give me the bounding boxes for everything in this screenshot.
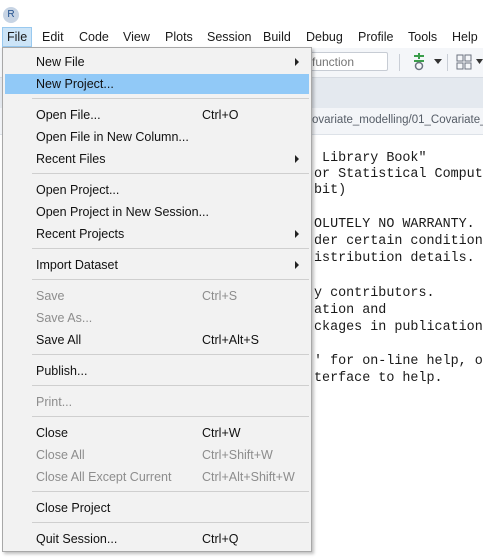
menu-item-shortcut: Ctrl+Q — [202, 532, 239, 546]
menu-item-publish[interactable]: Publish... — [5, 361, 309, 381]
menu-separator — [32, 522, 309, 523]
menu-debug[interactable]: Debug — [306, 27, 343, 47]
menu-session[interactable]: Session — [207, 27, 251, 47]
menu-tools[interactable]: Tools — [408, 27, 437, 47]
menu-separator — [32, 491, 309, 492]
addin-icon[interactable] — [411, 53, 427, 71]
menu-item-shortcut: Ctrl+S — [202, 289, 238, 303]
menu-item-open-project-new-session[interactable]: Open Project in New Session... — [5, 202, 309, 222]
menu-build[interactable]: Build — [263, 27, 291, 47]
menu-item-open-project[interactable]: Open Project... — [5, 180, 309, 200]
grid-layout-icon[interactable] — [456, 54, 472, 70]
console-line: OLUTELY NO WARRANTY. — [314, 217, 475, 232]
console-line: ' for on-line help, o — [314, 354, 483, 369]
console-line: istribution details. — [314, 251, 475, 266]
menu-item-print: Print... — [5, 392, 309, 412]
menu-item-label: Open Project in New Session... — [36, 205, 209, 219]
menu-item-label: Open Project... — [36, 183, 120, 197]
menu-separator — [32, 385, 309, 386]
submenu-arrow-icon — [295, 58, 299, 66]
menu-view[interactable]: View — [123, 27, 150, 47]
menu-item-label: Close All — [36, 448, 85, 462]
menu-item-save-as: Save As... — [5, 308, 309, 328]
menu-item-label: Open File... — [36, 108, 101, 122]
menu-item-close-all: Close All Ctrl+Shift+W — [5, 445, 309, 465]
menu-separator — [32, 354, 309, 355]
menu-item-label: Print... — [36, 395, 73, 409]
working-directory-path[interactable]: ovariate_modelling/01_Covariate_ — [312, 114, 483, 126]
console-line: ckages in publication — [314, 320, 483, 335]
menu-item-open-file[interactable]: Open File... Ctrl+O — [5, 105, 309, 125]
menu-code[interactable]: Code — [79, 27, 109, 47]
menu-item-label: Close — [36, 426, 68, 440]
menu-edit[interactable]: Edit — [42, 27, 64, 47]
menu-item-open-file-new-column[interactable]: Open File in New Column... — [5, 127, 309, 147]
menu-item-label: Quit Session... — [36, 532, 118, 546]
r-logo-icon: R — [3, 7, 19, 23]
menu-item-save-all[interactable]: Save All Ctrl+Alt+S — [5, 330, 309, 350]
menu-item-label: Import Dataset — [36, 258, 118, 272]
menu-item-shortcut: Ctrl+W — [202, 426, 241, 440]
submenu-arrow-icon — [295, 261, 299, 269]
menu-item-shortcut: Ctrl+Alt+Shift+W — [202, 470, 295, 484]
menu-item-quit-session[interactable]: Quit Session... Ctrl+Q — [5, 529, 309, 549]
console-line: der certain condition — [314, 234, 483, 249]
menu-item-new-file[interactable]: New File — [5, 52, 309, 72]
menu-item-close[interactable]: Close Ctrl+W — [5, 423, 309, 443]
menu-item-new-project[interactable]: New Project... — [5, 74, 309, 94]
menu-item-label: New File — [36, 55, 85, 69]
menu-item-save: Save Ctrl+S — [5, 286, 309, 306]
console-line: bit) — [314, 183, 347, 198]
menu-item-label: Close Project — [36, 501, 111, 515]
menu-plots[interactable]: Plots — [165, 27, 193, 47]
console-line: Library Book" — [314, 151, 427, 166]
menu-item-label: Save — [36, 289, 65, 303]
menu-item-shortcut: Ctrl+Shift+W — [202, 448, 273, 462]
menu-profile[interactable]: Profile — [358, 27, 393, 47]
menu-bar: File Edit Code View Plots Session Build … — [0, 27, 483, 47]
menu-item-label: Recent Files — [36, 152, 106, 166]
menu-item-close-all-except-current: Close All Except Current Ctrl+Alt+Shift+… — [5, 467, 309, 487]
menu-separator — [32, 416, 309, 417]
menu-item-recent-files[interactable]: Recent Files — [5, 149, 309, 169]
menu-file[interactable]: File — [2, 27, 33, 47]
menu-item-close-project[interactable]: Close Project — [5, 498, 309, 518]
menu-item-label: Save All — [36, 333, 82, 347]
title-bar: R — [0, 0, 483, 27]
chevron-down-icon[interactable] — [434, 59, 442, 65]
console-line: y contributors. — [314, 286, 435, 301]
menu-item-label: Close All Except Current — [36, 470, 172, 484]
menu-separator — [32, 98, 309, 99]
menu-item-label: Publish... — [36, 364, 88, 378]
go-to-function-input[interactable] — [305, 52, 388, 71]
menu-item-shortcut: Ctrl+O — [202, 108, 239, 122]
menu-item-label: Open File in New Column... — [36, 130, 189, 144]
menu-item-label: New Project... — [36, 77, 114, 91]
console-line: ation and — [314, 303, 387, 318]
console-line: or Statistical Comput — [314, 167, 483, 182]
menu-separator — [32, 248, 309, 249]
menu-help[interactable]: Help — [452, 27, 478, 47]
toolbar-separator — [399, 54, 400, 71]
console-line: terface to help. — [314, 371, 443, 386]
menu-item-label: Recent Projects — [36, 227, 125, 241]
submenu-arrow-icon — [295, 230, 299, 238]
menu-item-label: Save As... — [36, 311, 93, 325]
menu-item-recent-projects[interactable]: Recent Projects — [5, 224, 309, 244]
toolbar-separator — [447, 54, 448, 71]
chevron-down-icon[interactable] — [476, 59, 483, 65]
menu-item-import-dataset[interactable]: Import Dataset — [5, 255, 309, 275]
menu-separator — [32, 173, 309, 174]
file-menu-dropdown: New File New Project... Open File... Ctr… — [2, 47, 312, 552]
menu-separator — [32, 279, 309, 280]
menu-item-shortcut: Ctrl+Alt+S — [202, 333, 259, 347]
submenu-arrow-icon — [295, 155, 299, 163]
